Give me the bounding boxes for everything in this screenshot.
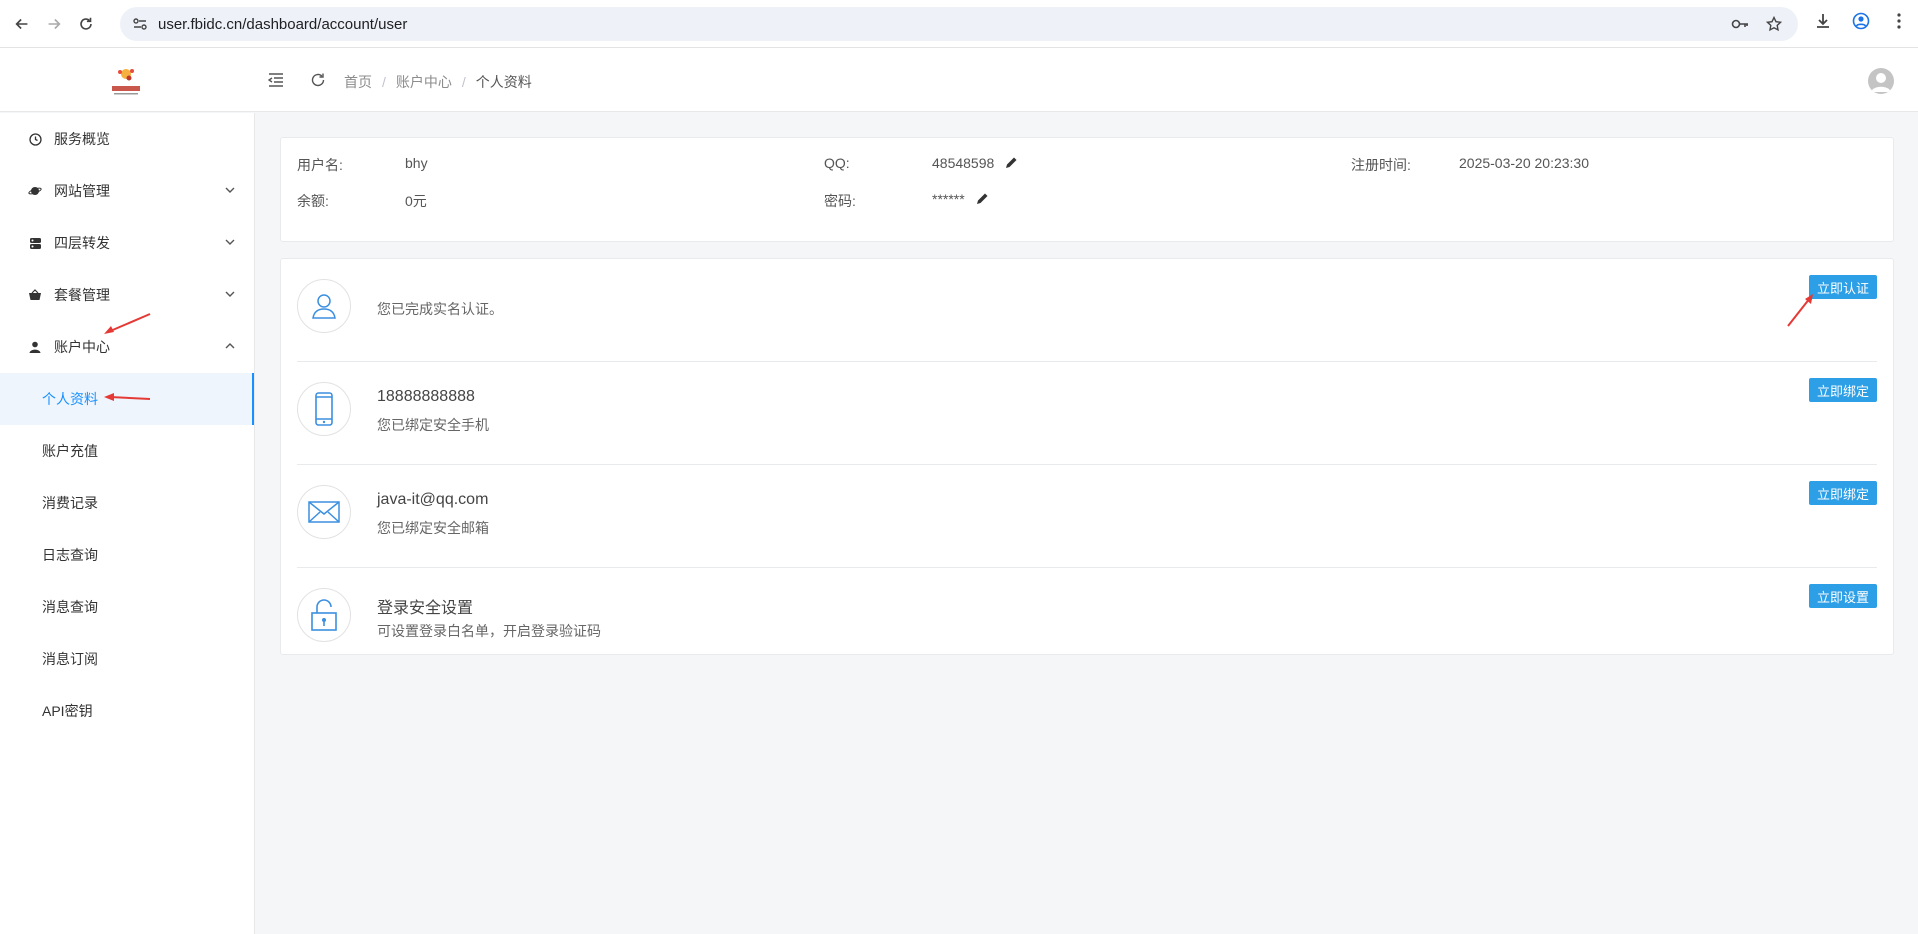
chevron-up-icon xyxy=(225,343,235,349)
back-icon[interactable] xyxy=(8,10,36,38)
star-icon[interactable] xyxy=(1764,14,1784,34)
security-phone-number: 18888888888 xyxy=(377,388,475,405)
breadcrumb-home[interactable]: 首页 xyxy=(344,72,372,92)
breadcrumb-separator: / xyxy=(461,74,466,90)
profile-icon[interactable] xyxy=(1850,10,1872,32)
sidebar-item-account-center[interactable]: 账户中心 xyxy=(0,321,254,373)
security-email: java-it@qq.com xyxy=(377,491,489,508)
user-icon xyxy=(28,340,42,354)
password-value: ****** xyxy=(932,191,965,207)
username-value: bhy xyxy=(405,155,428,171)
site-info-icon[interactable] xyxy=(130,14,150,34)
dashboard-icon xyxy=(28,132,42,146)
download-icon[interactable] xyxy=(1812,10,1834,32)
qq-value: 48548598 xyxy=(932,155,995,171)
chevron-down-icon xyxy=(225,291,235,297)
sidebar-item-overview[interactable]: 服务概览 xyxy=(0,113,254,165)
sidebar: 服务概览 网站管理 四层转发 套餐管理 账户中心 个人资料 账户充值 消费记录 … xyxy=(0,113,255,934)
register-time-value: 2025-03-20 20:23:30 xyxy=(1459,155,1589,171)
breadcrumb: 首页 / 账户中心 / 个人资料 xyxy=(344,72,532,92)
edit-password-icon[interactable] xyxy=(975,192,989,206)
app-header: 首页 / 账户中心 / 个人资料 xyxy=(0,48,1918,112)
planet-icon xyxy=(28,184,42,198)
security-row-email: java-it@qq.com 您已绑定安全邮箱 立即绑定 xyxy=(297,465,1877,568)
reload-icon[interactable] xyxy=(72,10,100,38)
mail-icon xyxy=(297,485,351,539)
url-text[interactable]: user.fbidc.cn/dashboard/account/user xyxy=(158,16,407,33)
more-menu-icon[interactable] xyxy=(1888,10,1910,32)
person-icon xyxy=(297,279,351,333)
verify-now-button[interactable]: 立即认证 xyxy=(1808,275,1877,299)
menu-collapse-icon[interactable] xyxy=(266,70,286,90)
balance-value: 0元 xyxy=(405,193,427,209)
security-desc: 可设置登录白名单，开启登录验证码 xyxy=(377,623,601,639)
sidebar-item-website[interactable]: 网站管理 xyxy=(0,165,254,217)
setup-login-security-button[interactable]: 立即设置 xyxy=(1808,584,1877,608)
chevron-down-icon xyxy=(225,187,235,193)
bind-email-button[interactable]: 立即绑定 xyxy=(1808,481,1877,505)
lock-icon xyxy=(297,588,351,642)
breadcrumb-separator: / xyxy=(382,74,386,90)
sidebar-item-label: 网站管理 xyxy=(54,183,110,199)
sidebar-subitem-api-keys[interactable]: API密钥 xyxy=(0,685,254,737)
edit-qq-icon[interactable] xyxy=(1004,156,1018,170)
key-icon[interactable] xyxy=(1730,14,1750,34)
sidebar-item-label: 服务概览 xyxy=(54,131,110,147)
browser-toolbar: user.fbidc.cn/dashboard/account/user xyxy=(0,0,1918,48)
server-icon xyxy=(28,236,42,250)
forward-icon[interactable] xyxy=(40,10,68,38)
register-time-label: 注册时间: xyxy=(1351,157,1411,173)
refresh-icon[interactable] xyxy=(308,70,328,90)
sidebar-subitem-messages[interactable]: 消息查询 xyxy=(0,581,254,633)
sidebar-item-forwarding[interactable]: 四层转发 xyxy=(0,217,254,269)
sidebar-item-label: 套餐管理 xyxy=(54,287,110,303)
sidebar-subitem-recharge[interactable]: 账户充值 xyxy=(0,425,254,477)
security-row-realname: 您已完成实名认证。 立即认证 xyxy=(297,259,1877,362)
security-desc: 您已绑定安全手机 xyxy=(377,417,489,433)
username-label: 用户名: xyxy=(297,157,343,173)
sidebar-subitem-profile[interactable]: 个人资料 xyxy=(0,373,254,425)
security-row-login: 登录安全设置 可设置登录白名单，开启登录验证码 立即设置 xyxy=(297,568,1877,671)
sidebar-subitem-consumption[interactable]: 消费记录 xyxy=(0,477,254,529)
address-bar[interactable]: user.fbidc.cn/dashboard/account/user xyxy=(120,7,1798,41)
sidebar-item-packages[interactable]: 套餐管理 xyxy=(0,269,254,321)
main-content: 用户名: bhy QQ: 48548598 注册时间: 2025-03-20 2… xyxy=(280,137,1894,655)
qq-label: QQ: xyxy=(824,155,850,171)
security-desc: 您已完成实名认证。 xyxy=(377,301,503,317)
balance-label: 余额: xyxy=(297,193,329,209)
basket-icon xyxy=(28,288,42,302)
sidebar-subitem-logs[interactable]: 日志查询 xyxy=(0,529,254,581)
bind-phone-button[interactable]: 立即绑定 xyxy=(1808,378,1877,402)
breadcrumb-current: 个人资料 xyxy=(475,74,532,90)
password-label: 密码: xyxy=(824,193,856,209)
profile-info-card: 用户名: bhy QQ: 48548598 注册时间: 2025-03-20 2… xyxy=(280,137,1894,242)
sidebar-item-label: 四层转发 xyxy=(54,235,110,251)
security-card: 您已完成实名认证。 立即认证 18888888888 您已绑定安全手机 立即绑定… xyxy=(280,258,1894,655)
avatar[interactable] xyxy=(1868,68,1894,94)
company-logo[interactable] xyxy=(108,62,144,98)
breadcrumb-account-center[interactable]: 账户中心 xyxy=(396,72,452,92)
phone-icon xyxy=(297,382,351,436)
security-title: 登录安全设置 xyxy=(377,600,474,617)
sidebar-item-label: 账户中心 xyxy=(54,339,110,355)
sidebar-subitem-subscriptions[interactable]: 消息订阅 xyxy=(0,633,254,685)
security-row-phone: 18888888888 您已绑定安全手机 立即绑定 xyxy=(297,362,1877,465)
chevron-down-icon xyxy=(225,239,235,245)
security-desc: 您已绑定安全邮箱 xyxy=(377,520,489,536)
